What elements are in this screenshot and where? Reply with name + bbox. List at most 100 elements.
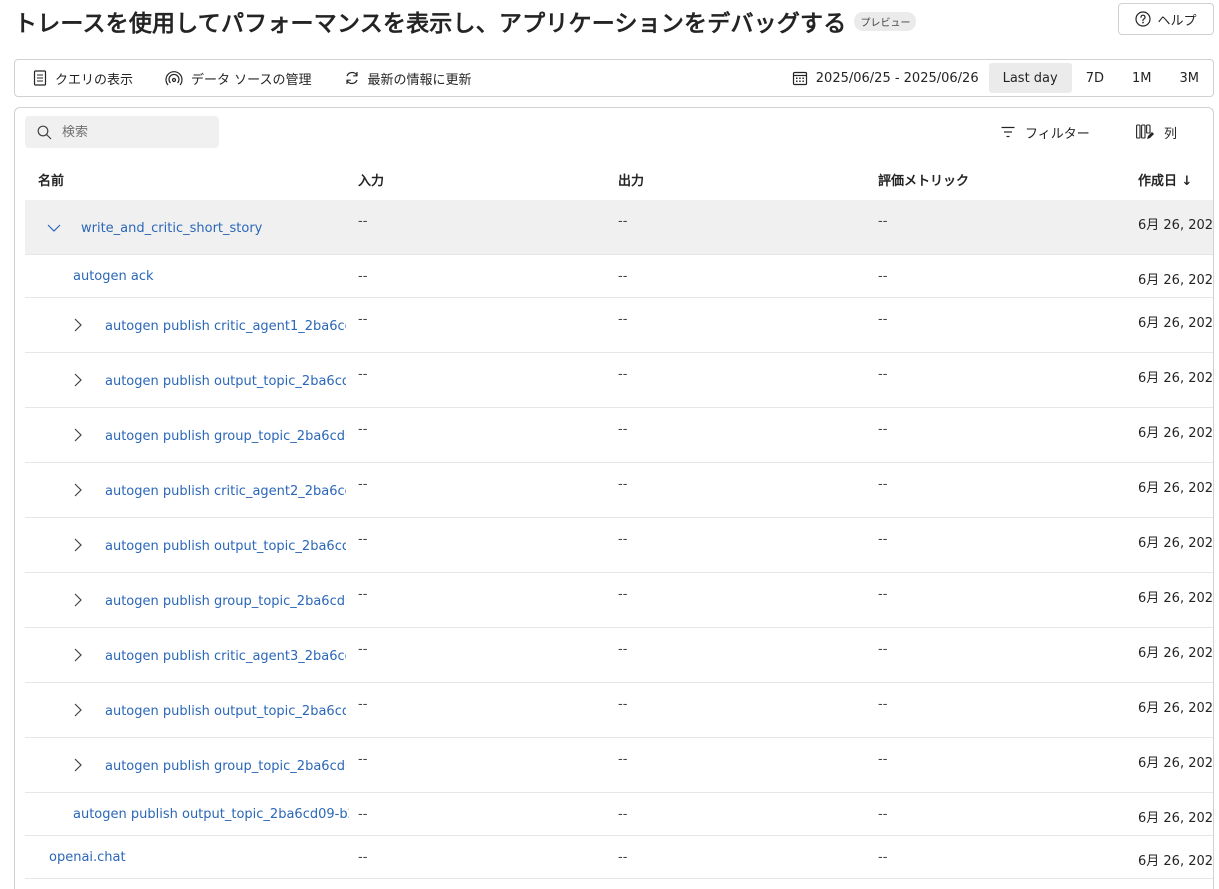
manage-sources-button[interactable]: データ ソースの管理 xyxy=(147,60,325,96)
created-cell: 6月 26, 2025 xyxy=(1138,854,1214,869)
table-row[interactable]: autogen publish critic_agent1_2ba6cd09 -… xyxy=(25,298,1214,353)
date-range-picker[interactable]: 2025/06/25 - 2025/06/26 xyxy=(792,70,989,86)
output-cell: -- xyxy=(618,214,628,229)
input-cell: -- xyxy=(358,477,368,492)
table-row[interactable]: write_and_critic_short_story -- -- -- 6月… xyxy=(25,200,1213,255)
filter-button[interactable]: フィルター xyxy=(1001,120,1090,144)
metrics-cell: -- xyxy=(878,752,888,767)
trace-name-link[interactable]: autogen publish group_topic_2ba6cd09 xyxy=(105,759,346,774)
toolbar: クエリの表示 データ ソースの管理 最新の情報に更新 2025/06/25 - … xyxy=(14,59,1214,97)
trace-name-link[interactable]: autogen ack xyxy=(73,269,349,284)
column-header-created[interactable]: 作成日 ↓ xyxy=(1138,170,1192,189)
traces-table: 名前 入力 出力 評価メトリック 作成日 ↓ write_and_critic_… xyxy=(25,156,1214,879)
view-query-label: クエリの表示 xyxy=(55,72,134,88)
chevron-right-icon[interactable] xyxy=(74,428,82,442)
metrics-cell: -- xyxy=(878,477,888,492)
output-cell: -- xyxy=(618,642,628,657)
chevron-right-icon[interactable] xyxy=(74,538,82,552)
table-row[interactable]: autogen publish output_topic_2ba6cd09 --… xyxy=(25,683,1213,738)
metrics-cell: -- xyxy=(878,642,888,657)
table-row[interactable]: autogen publish critic_agent2_2ba6cd09 -… xyxy=(25,463,1213,518)
column-header-output[interactable]: 出力 xyxy=(618,170,644,189)
table-row[interactable]: autogen publish group_topic_2ba6cd09 -- … xyxy=(25,573,1213,628)
help-icon xyxy=(1135,11,1152,27)
output-cell: -- xyxy=(618,587,628,602)
metrics-cell: -- xyxy=(878,422,888,437)
columns-button[interactable]: 列 xyxy=(1136,120,1177,144)
chevron-right-icon[interactable] xyxy=(74,483,82,497)
table-row[interactable]: autogen publish output_topic_2ba6cd09 --… xyxy=(25,353,1214,408)
input-cell: -- xyxy=(358,367,368,382)
output-cell: -- xyxy=(618,269,628,284)
table-row[interactable]: autogen publish group_topic_2ba6cd09 -- … xyxy=(25,408,1213,463)
chevron-down-icon[interactable] xyxy=(47,224,61,232)
input-cell: -- xyxy=(358,312,368,327)
input-cell: -- xyxy=(358,214,368,229)
filter-label: フィルター xyxy=(1025,126,1090,142)
column-header-metrics[interactable]: 評価メトリック xyxy=(878,170,969,189)
calendar-icon xyxy=(792,71,807,86)
metrics-cell: -- xyxy=(878,214,888,229)
table-row[interactable]: autogen publish output_topic_2ba6cd09 --… xyxy=(25,518,1213,573)
column-header-input[interactable]: 入力 xyxy=(358,170,384,189)
chevron-right-icon[interactable] xyxy=(74,703,82,717)
input-cell: -- xyxy=(358,850,368,865)
input-cell: -- xyxy=(358,422,368,437)
metrics-cell: -- xyxy=(878,367,888,382)
trace-name-link[interactable]: autogen publish output_topic_2ba6cd09-b2… xyxy=(73,807,349,822)
trace-name-link[interactable]: autogen publish group_topic_2ba6cd09 xyxy=(105,429,346,444)
chevron-right-icon[interactable] xyxy=(74,373,82,387)
document-icon xyxy=(33,70,47,86)
chevron-right-icon[interactable] xyxy=(74,758,82,772)
range-last-day[interactable]: Last day xyxy=(988,63,1072,93)
refresh-button[interactable]: 最新の情報に更新 xyxy=(326,60,486,96)
trace-name-link[interactable]: autogen publish group_topic_2ba6cd09 xyxy=(105,594,346,609)
output-cell: -- xyxy=(618,752,628,767)
created-cell: 6月 26, 2025 xyxy=(1138,646,1214,661)
table-row[interactable]: autogen publish group_topic_2ba6cd09 -- … xyxy=(25,738,1214,793)
page-header: トレースを使用してパフォーマンスを表示し、アプリケーションをデバッグする プレビ… xyxy=(14,4,917,38)
metrics-cell: -- xyxy=(878,269,888,284)
created-cell: 6月 26, 2025 xyxy=(1138,273,1214,288)
output-cell: -- xyxy=(618,697,628,712)
trace-name-link[interactable]: autogen publish output_topic_2ba6cd09 xyxy=(105,539,346,554)
search-box[interactable] xyxy=(25,116,219,148)
created-cell: 6月 26, 2025 xyxy=(1138,316,1214,331)
input-cell: -- xyxy=(358,642,368,657)
table-row[interactable]: autogen publish critic_agent3_2ba6cd09 -… xyxy=(25,628,1214,683)
trace-name-link[interactable]: autogen publish critic_agent3_2ba6cd09 xyxy=(105,649,346,664)
created-cell: 6月 26, 2025 xyxy=(1138,811,1214,826)
metrics-cell: -- xyxy=(878,807,888,822)
search-icon xyxy=(37,125,52,139)
trace-name-link[interactable]: write_and_critic_short_story xyxy=(81,221,351,236)
view-query-button[interactable]: クエリの表示 xyxy=(15,60,147,96)
input-cell: -- xyxy=(358,697,368,712)
chevron-right-icon[interactable] xyxy=(74,318,82,332)
table-row[interactable]: autogen ack -- -- -- 6月 26, 2025 xyxy=(25,255,1214,298)
trace-name-link[interactable]: autogen publish critic_agent2_2ba6cd09 xyxy=(105,484,346,499)
search-input[interactable] xyxy=(62,124,212,140)
metrics-cell: -- xyxy=(878,697,888,712)
range-1m[interactable]: 1M xyxy=(1118,63,1166,93)
chevron-right-icon[interactable] xyxy=(74,648,82,662)
preview-badge: プレビュー xyxy=(854,11,917,31)
metrics-cell: -- xyxy=(878,532,888,547)
created-cell: 6月 26, 2025 xyxy=(1138,371,1214,386)
output-cell: -- xyxy=(618,807,628,822)
range-3m[interactable]: 3M xyxy=(1166,63,1214,93)
trace-name-link[interactable]: autogen publish critic_agent1_2ba6cd09 xyxy=(105,319,346,334)
output-cell: -- xyxy=(618,312,628,327)
created-cell: 6月 26, 2025 xyxy=(1138,756,1214,771)
range-7d[interactable]: 7D xyxy=(1072,63,1118,93)
chevron-right-icon[interactable] xyxy=(74,593,82,607)
trace-name-link[interactable]: autogen publish output_topic_2ba6cd09 xyxy=(105,374,346,389)
columns-edit-icon xyxy=(1136,124,1154,139)
column-header-name[interactable]: 名前 xyxy=(38,170,64,189)
table-row[interactable]: openai.chat -- -- -- 6月 26, 2025 xyxy=(25,836,1214,879)
output-cell: -- xyxy=(618,850,628,865)
table-row[interactable]: autogen publish output_topic_2ba6cd09-b2… xyxy=(25,793,1214,836)
help-button[interactable]: ヘルプ xyxy=(1118,3,1214,35)
trace-name-link[interactable]: autogen publish output_topic_2ba6cd09 xyxy=(105,704,346,719)
output-cell: -- xyxy=(618,532,628,547)
trace-name-link[interactable]: openai.chat xyxy=(49,850,349,865)
